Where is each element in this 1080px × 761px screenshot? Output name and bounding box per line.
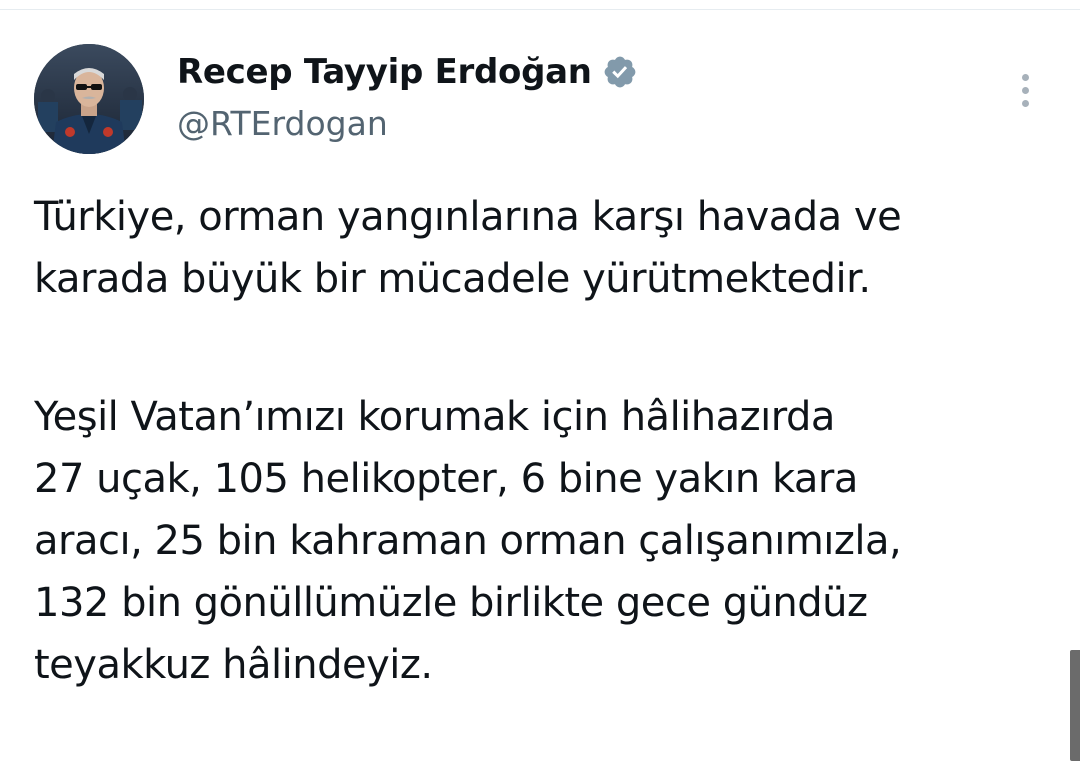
- scrollbar-thumb[interactable]: [1070, 650, 1080, 761]
- tweet-line: 132 bin gönüllümüzle birlikte gece gündü…: [34, 580, 868, 626]
- more-vertical-icon: [1021, 99, 1029, 107]
- tweet-text: Türkiye, orman yangınlarına karşı havada…: [34, 186, 1044, 696]
- tweet-line: Yeşil Vatan’ımızı korumak için hâlihazır…: [34, 394, 835, 440]
- avatar-image: [34, 44, 144, 154]
- author-name-row[interactable]: Recep Tayyip Erdoğan: [177, 52, 638, 92]
- tweet-card: Recep Tayyip Erdoğan @RTErdogan Türkiye,…: [0, 10, 1080, 761]
- avatar[interactable]: [34, 44, 144, 154]
- author-display-name[interactable]: Recep Tayyip Erdoğan: [177, 52, 592, 92]
- tweet-line: teyakkuz hâlindeyiz.: [34, 642, 433, 688]
- tweet-line: Türkiye, orman yangınlarına karşı havada…: [34, 194, 902, 240]
- tweet-line: karada büyük bir mücadele yürütmektedir.: [34, 256, 871, 302]
- verified-badge-icon: [602, 54, 638, 90]
- tweet-line: 27 uçak, 105 helikopter, 6 bine yakın ka…: [34, 456, 858, 502]
- top-divider: [0, 0, 1080, 10]
- more-vertical-icon: [1021, 73, 1029, 81]
- tweet-line: aracı, 25 bin kahraman orman çalışanımız…: [34, 518, 902, 564]
- more-vertical-icon: [1021, 86, 1029, 94]
- author-handle[interactable]: @RTErdogan: [177, 104, 388, 143]
- more-options-button[interactable]: [1010, 70, 1040, 110]
